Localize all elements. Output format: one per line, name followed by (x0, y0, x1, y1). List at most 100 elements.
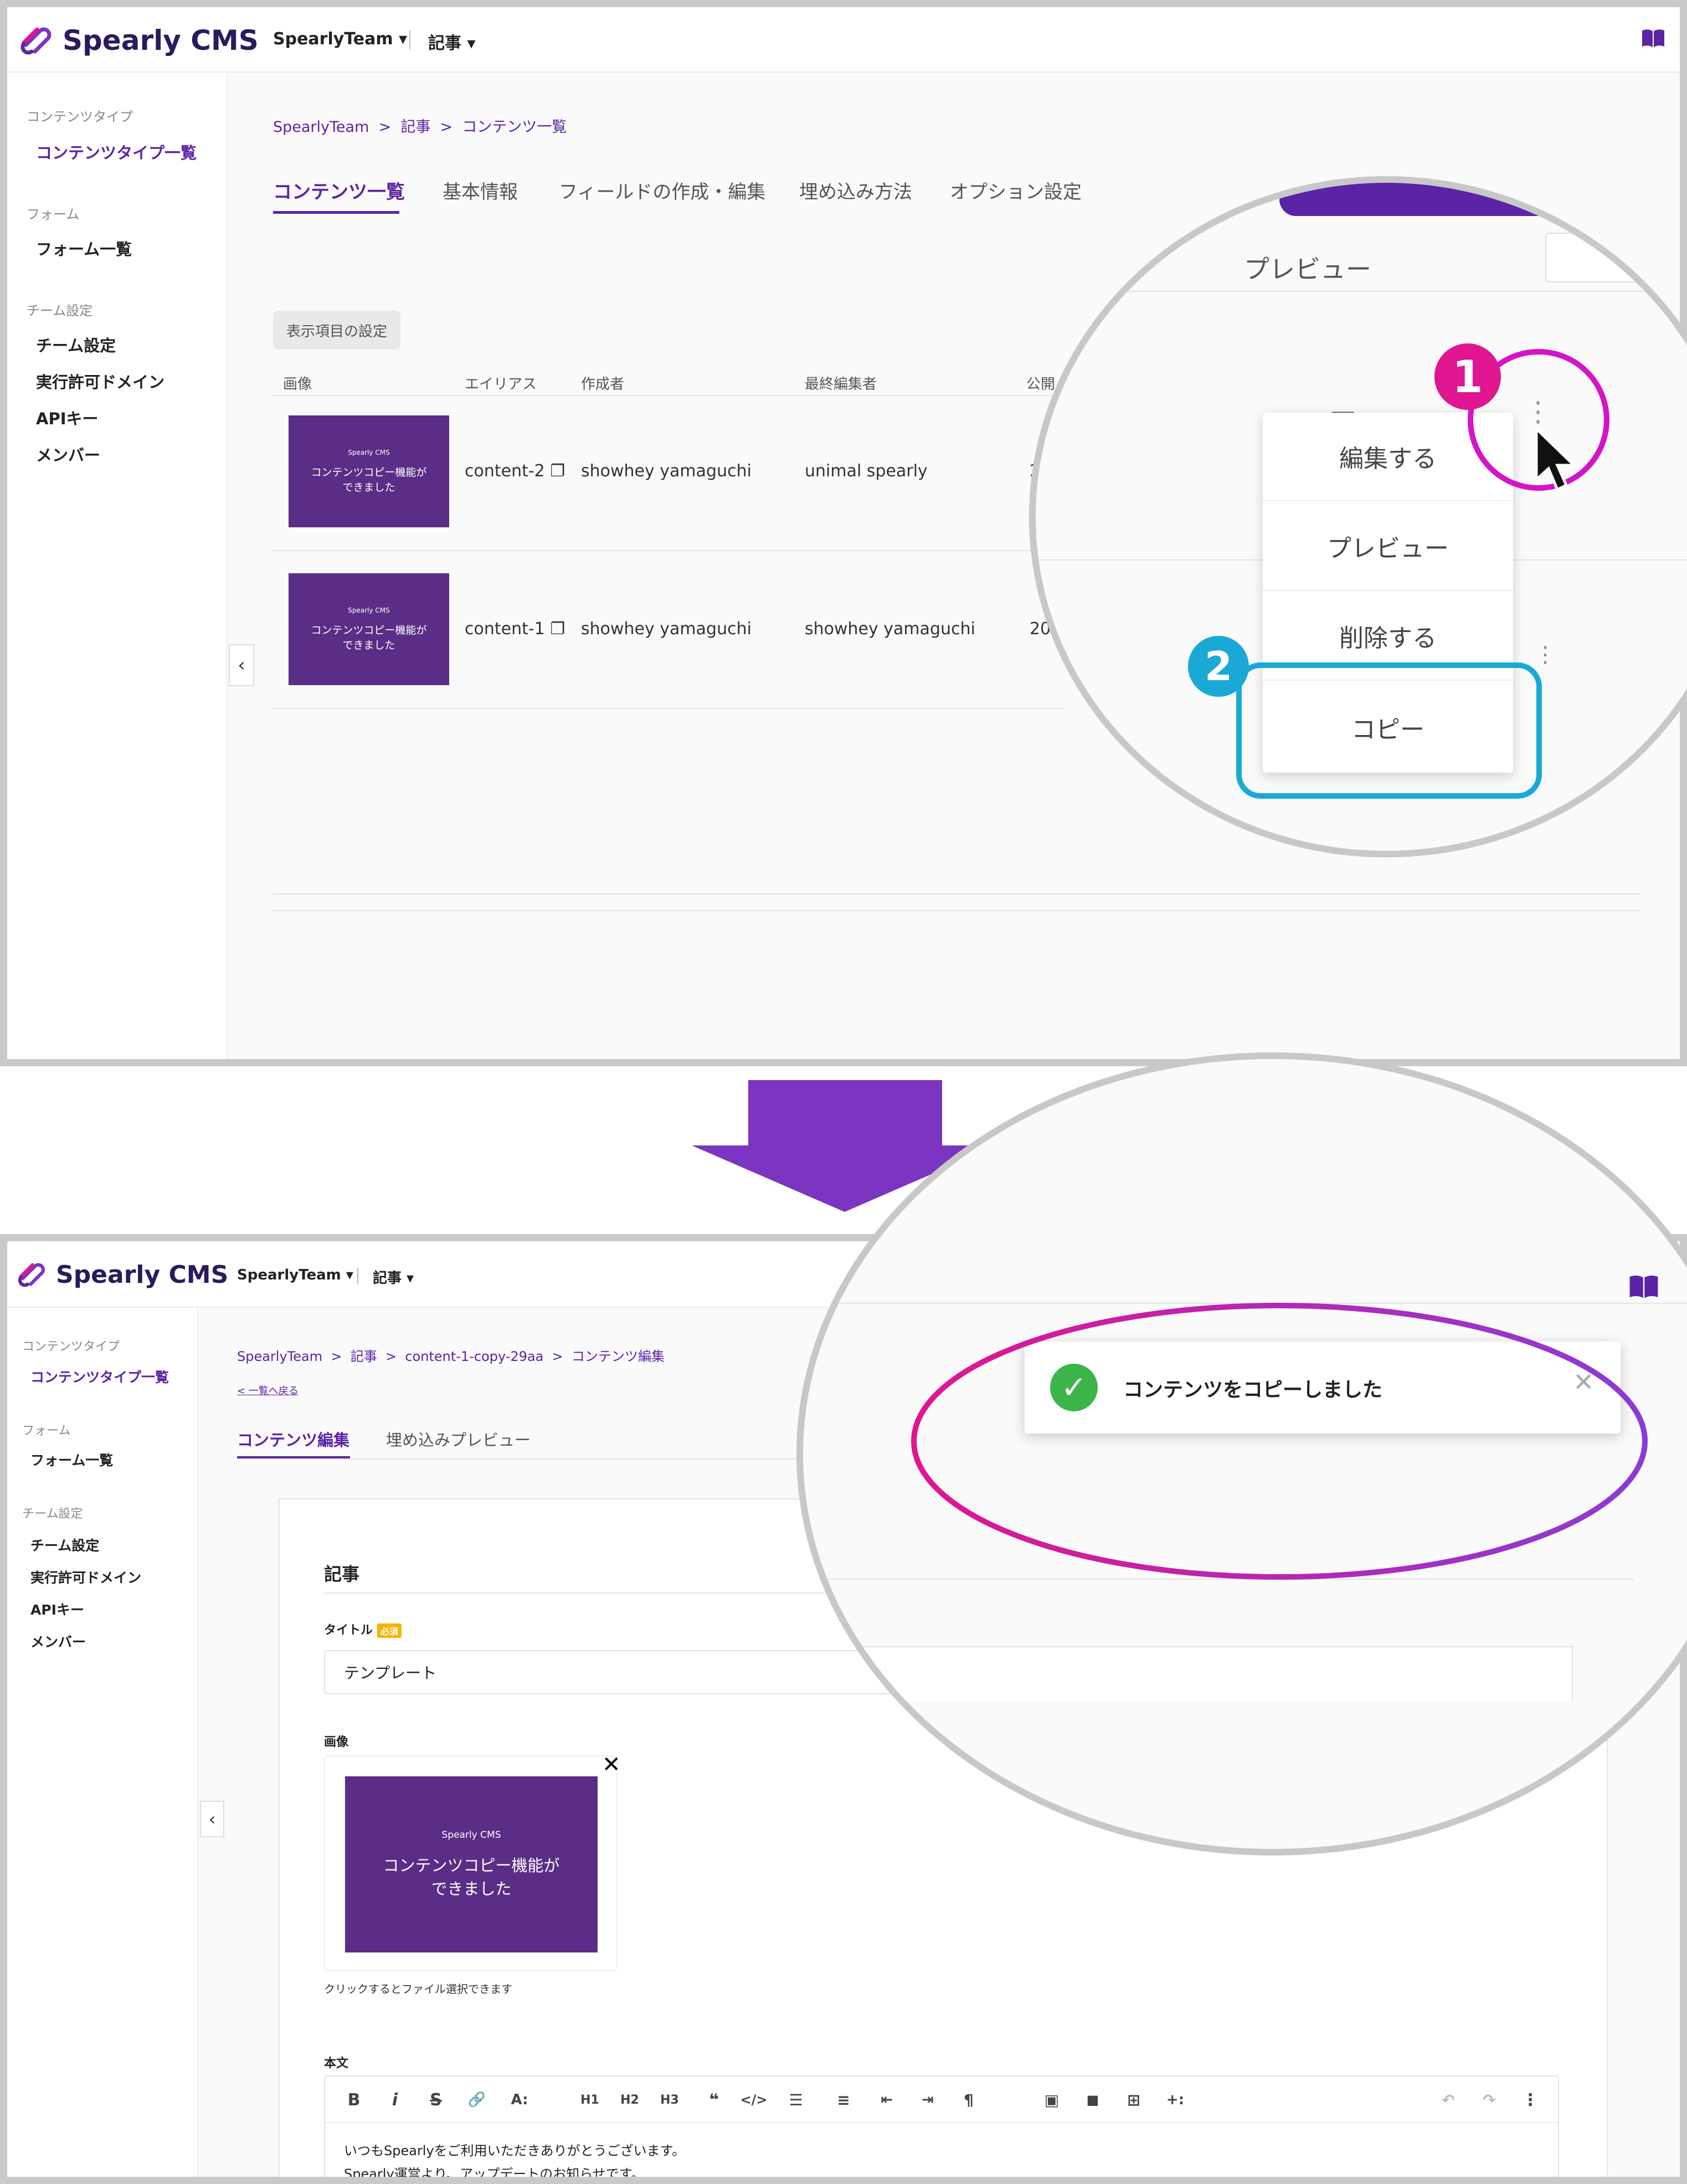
bullet-list-icon[interactable]: ☰ (779, 2089, 812, 2111)
menu-item-preview[interactable]: プレビュー (1263, 502, 1513, 591)
sidebar-item-form-list[interactable]: フォーム一覧 (30, 1450, 113, 1469)
breadcrumb-type[interactable]: 記事 (351, 1349, 377, 1364)
bold-icon[interactable]: B (342, 2089, 366, 2111)
footer-divider (273, 910, 1641, 911)
content-type-selector[interactable]: 記事 ▾ (373, 1267, 414, 1287)
zoomed-divider (1036, 291, 1687, 292)
tab-content-edit[interactable]: コンテンツ編集 (237, 1427, 349, 1451)
sidebar-item-api-keys[interactable]: APIキー (36, 406, 99, 429)
tab-embed[interactable]: 埋め込み方法 (799, 177, 912, 204)
header-divider (409, 30, 410, 49)
sidebar-item-allowed-domains[interactable]: 実行許可ドメイン (30, 1567, 141, 1587)
tab-fields[interactable]: フィールドの作成・編集 (559, 177, 765, 204)
sidebar-item-content-type-list[interactable]: コンテンツタイプ一覧 (30, 1366, 169, 1386)
sidebar-collapse-button[interactable]: ‹ (229, 644, 254, 686)
sidebar-collapse-button[interactable]: ‹ (200, 1801, 224, 1837)
body-line-1: いつもSpearlyをご利用いただきありがとうございます。 (344, 2143, 686, 2159)
row-editor: unimal spearly (805, 461, 928, 481)
section-title: 記事 (324, 1564, 360, 1585)
search-label: 検索 (1617, 248, 1655, 271)
book-icon[interactable] (1641, 28, 1665, 50)
thumb-line2: できました (431, 1879, 512, 1898)
display-settings-button[interactable]: 表示項目の設定 (273, 311, 400, 350)
undo-icon[interactable]: ↶ (1436, 2089, 1460, 2111)
title-label: タイトル 必須 (324, 1620, 402, 1638)
content-thumbnail[interactable]: Spearly CMS コンテンツコピー機能が できました (289, 573, 449, 685)
code-icon[interactable]: </> (738, 2089, 769, 2111)
heading3-icon[interactable]: H3 (657, 2089, 682, 2111)
sidebar-item-members[interactable]: メンバー (30, 1631, 86, 1651)
breadcrumb-alias[interactable]: content-1-copy-29aa (405, 1349, 543, 1364)
italic-icon[interactable]: i (383, 2089, 407, 2111)
insert-more-icon[interactable]: +: (1161, 2089, 1189, 2111)
required-badge: 必須 (377, 1623, 402, 1638)
app-logo[interactable]: Spearly CMS (18, 23, 259, 58)
team-selector[interactable]: SpearlyTeam ▾ (273, 29, 407, 49)
sidebar-item-form-list[interactable]: フォーム一覧 (36, 237, 132, 260)
breadcrumb-separator: > (331, 1349, 342, 1364)
sidebar-item-allowed-domains[interactable]: 実行許可ドメイン (36, 369, 164, 393)
table-icon[interactable]: ⊞ (1122, 2089, 1146, 2111)
quote-icon[interactable]: ❝ (698, 2089, 729, 2111)
caret-down-icon: ▾ (346, 1267, 353, 1283)
content-type-selector[interactable]: 記事 ▾ (428, 29, 476, 54)
row-author: showhey yamaguchi (581, 619, 752, 639)
sidebar-section-content-types: コンテンツタイプ (22, 1340, 120, 1354)
zoomed-more-icon[interactable]: ⋮ (1534, 644, 1556, 666)
redo-icon[interactable]: ↷ (1477, 2089, 1501, 2111)
more-vertical-icon[interactable]: ⋮ (1518, 2089, 1542, 2111)
row-editor: showhey yamaguchi (805, 619, 975, 639)
column-last-editor: 最終編集者 (805, 376, 877, 393)
image-icon[interactable]: ▣ (1040, 2089, 1064, 2111)
mouse-cursor-icon (1534, 425, 1582, 495)
highlight-box-copy (1236, 662, 1542, 799)
caret-down-icon: ▾ (399, 29, 408, 49)
zoomed-search-button[interactable]: 検索 (1545, 233, 1678, 282)
spearly-logo-icon (18, 1263, 45, 1287)
sidebar-section-content-types: コンテンツタイプ (27, 109, 133, 125)
link-icon[interactable]: 🔗 (465, 2089, 489, 2111)
indent-icon[interactable]: ⇥ (915, 2089, 940, 2111)
breadcrumb-team[interactable]: SpearlyTeam (237, 1349, 322, 1364)
tab-content-list[interactable]: コンテンツ一覧 (273, 177, 405, 204)
thumb-brand: Spearly CMS (348, 449, 390, 456)
more-vertical-icon[interactable]: ⋮ (1524, 398, 1552, 425)
breadcrumb-separator: > (385, 1349, 397, 1364)
column-published: 公開 (1026, 376, 1056, 393)
strikethrough-icon[interactable]: S (424, 2089, 448, 2111)
alias-text: content-2 (465, 461, 545, 481)
breadcrumb-team[interactable]: SpearlyTeam (273, 119, 369, 136)
paragraph-icon[interactable]: ¶ (956, 2089, 981, 2111)
breadcrumb-type[interactable]: 記事 (400, 119, 430, 136)
sidebar-item-team-settings[interactable]: チーム設定 (36, 333, 116, 356)
header-divider (357, 1268, 358, 1284)
remove-image-icon[interactable]: ✕ (602, 1752, 621, 1777)
app-logo[interactable]: Spearly CMS (16, 1259, 228, 1290)
outdent-icon[interactable]: ⇤ (875, 2089, 899, 2111)
sidebar-item-team-settings[interactable]: チーム設定 (30, 1535, 99, 1555)
font-size-icon[interactable]: A: (506, 2089, 533, 2111)
video-icon[interactable]: ■ (1081, 2089, 1105, 2111)
copy-icon[interactable]: ❐ (550, 619, 565, 639)
body-editor: B i S 🔗 A: H1 H2 H3 ❝ </> ☰ ≡ ⇤ ⇥ ¶ ▣ ■ … (324, 2075, 1559, 2182)
heading1-icon[interactable]: H1 (578, 2089, 602, 2111)
thumb-line2: できました (342, 639, 395, 651)
tab-options[interactable]: オプション設定 (950, 177, 1082, 204)
content-thumbnail[interactable]: Spearly CMS コンテンツコピー機能が できました (289, 415, 449, 527)
tab-embed-preview[interactable]: 埋め込みプレビュー (386, 1427, 531, 1451)
back-link[interactable]: < 一覧へ戻る (237, 1383, 299, 1397)
numbered-list-icon[interactable]: ≡ (827, 2089, 860, 2111)
tab-basic-info[interactable]: 基本情報 (443, 177, 518, 204)
copy-icon[interactable]: ❐ (550, 461, 565, 481)
zoomed-card-edge (803, 1646, 1573, 1702)
sidebar-item-content-type-list[interactable]: コンテンツタイプ一覧 (36, 140, 197, 163)
team-selector[interactable]: SpearlyTeam ▾ (237, 1267, 353, 1283)
sidebar-item-api-keys[interactable]: APIキー (30, 1599, 84, 1619)
heading2-icon[interactable]: H2 (618, 2089, 642, 2111)
image-dropzone[interactable]: コンテンツをコピーしました Spearly CMS コンテンツコピー機能が でき… (324, 1752, 621, 1971)
active-tab-underline (273, 211, 399, 214)
column-author: 作成者 (581, 376, 625, 393)
body-line-2: Spearly運営より、アップデートのお知らせです。 (344, 2166, 645, 2182)
thumb-brand-label: Spearly CMS (441, 1830, 501, 1841)
sidebar-item-members[interactable]: メンバー (36, 443, 100, 466)
